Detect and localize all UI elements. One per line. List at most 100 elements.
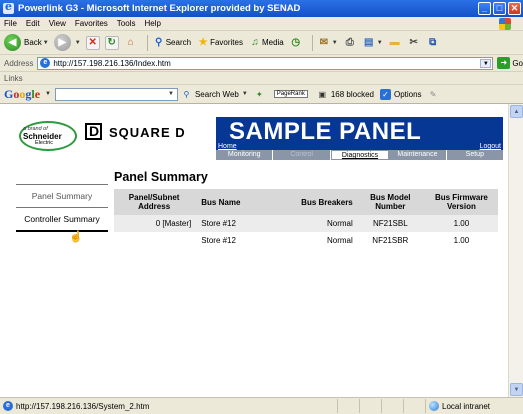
links-bar: Links (0, 72, 523, 85)
favorites-label: Favorites (210, 38, 243, 47)
menu-edit[interactable]: Edit (26, 19, 40, 28)
folder-button[interactable]: ▬ (388, 36, 402, 50)
chevron-down-icon[interactable]: ▼ (332, 40, 338, 46)
table-row: Store #12 Normal NF21SBR 1.00 (114, 232, 498, 249)
search-web-label: Search Web (194, 89, 239, 99)
google-search-input[interactable]: ▼ (54, 87, 178, 101)
nav-maintenance[interactable]: Maintenance (389, 150, 447, 160)
binoculars-icon: ⚲ (183, 89, 190, 99)
status-cell (381, 399, 403, 413)
nav-setup[interactable]: Setup (447, 150, 503, 160)
google-logo[interactable]: Google (4, 87, 40, 102)
discuss-button[interactable]: ⧉ (426, 36, 440, 50)
menu-favorites[interactable]: Favorites (75, 19, 108, 28)
intranet-globe-icon (429, 401, 439, 411)
forward-button[interactable]: ▶ ▼ (53, 34, 81, 51)
go-button[interactable]: ➜ Go (497, 57, 523, 69)
vertical-scrollbar[interactable]: ▲ ▼ (508, 104, 523, 397)
nav-monitoring[interactable]: Monitoring (216, 150, 274, 160)
media-button[interactable]: ♫ Media (248, 36, 284, 50)
mail-icon: ✉ (319, 37, 328, 48)
status-bar: e http://157.198.216.136/System_2.htm Lo… (0, 397, 523, 414)
address-label: Address (4, 58, 34, 68)
close-button[interactable]: ✕ (508, 2, 521, 15)
back-label: Back (24, 38, 42, 47)
edit-button[interactable]: ▤ ▼ (362, 36, 383, 50)
scroll-up-arrow-icon[interactable]: ▲ (510, 105, 523, 118)
standard-toolbar: ◀ Back ▼ ▶ ▼ ✕ ↻ ⌂ ⚲ Search ★ Favorites … (0, 31, 523, 55)
google-news-button[interactable]: ✦ (254, 89, 268, 100)
table-row: 0 [Master] Store #12 Normal NF21SBL 1.00 (114, 215, 498, 232)
square-d-text: SQUARE D (109, 125, 186, 140)
menu-tools[interactable]: Tools (117, 19, 136, 28)
cell-bus-name: Store #12 (195, 215, 275, 232)
window-title: Powerlink G3 - Microsoft Internet Explor… (18, 3, 301, 14)
leftnav-panel-summary[interactable]: Panel Summary (16, 184, 108, 208)
search-icon: ⚲ (155, 37, 163, 48)
square-d-logo-icon (85, 123, 102, 140)
print-icon: ⎙ (345, 37, 354, 48)
media-icon: ♫ (251, 37, 259, 48)
title-bar: Powerlink G3 - Microsoft Internet Explor… (0, 0, 523, 17)
history-icon: ◷ (291, 37, 301, 48)
address-bar: Address e http://157.198.216.136/Index.h… (0, 55, 523, 72)
messenger-button[interactable]: ✂ (407, 36, 421, 50)
header-bus-name: Bus Name (195, 189, 275, 215)
pagerank-indicator[interactable]: PageRank (273, 90, 311, 98)
logout-link[interactable]: Logout (480, 143, 501, 150)
zone-label: Local intranet (442, 401, 491, 411)
leftnav-controller-summary[interactable]: Controller Summary (16, 208, 108, 232)
options-label: Options (393, 89, 422, 99)
options-button[interactable]: ✓ Options (379, 88, 422, 100)
address-url: http://157.198.216.136/Index.htm (53, 58, 171, 68)
home-icon: ⌂ (127, 37, 134, 48)
highlight-button[interactable]: ✎ (428, 89, 442, 100)
search-label: Search (165, 38, 192, 47)
chevron-down-icon[interactable]: ▼ (43, 40, 49, 46)
chevron-down-icon[interactable]: ▼ (377, 40, 383, 46)
nav-diagnostics[interactable]: Diagnostics (330, 150, 390, 160)
chevron-down-icon[interactable]: ▼ (480, 58, 492, 68)
favorites-star-icon: ★ (198, 37, 208, 48)
refresh-button[interactable]: ↻ (104, 35, 119, 50)
address-input[interactable]: e http://157.198.216.136/Index.htm ▼ (37, 56, 494, 70)
discuss-icon: ⧉ (429, 37, 437, 48)
home-link[interactable]: Home (218, 143, 237, 150)
cell-address: 0 [Master] (114, 215, 196, 232)
scroll-down-arrow-icon[interactable]: ▼ (510, 383, 523, 396)
maximize-button[interactable]: □ (493, 2, 506, 15)
mail-button[interactable]: ✉ ▼ (317, 36, 338, 50)
chevron-down-icon[interactable]: ▼ (242, 91, 248, 97)
schneider-name: Schneider (23, 132, 62, 141)
brand-header: a brand of Schneider Electric SQUARE D (16, 117, 216, 154)
chevron-down-icon[interactable]: ▼ (45, 91, 51, 97)
header-panel-subnet-address: Panel/Subnet Address (114, 189, 196, 215)
favorites-button[interactable]: ★ Favorites (196, 36, 243, 50)
menu-bar: File Edit View Favorites Tools Help (0, 17, 523, 31)
search-button[interactable]: ⚲ Search (152, 36, 191, 50)
menu-file[interactable]: File (4, 19, 17, 28)
main-nav: Monitoring Control Diagnostics Maintenan… (216, 150, 503, 160)
minimize-button[interactable]: _ (478, 2, 491, 15)
go-arrow-icon: ➜ (497, 57, 511, 69)
status-cell (403, 399, 425, 413)
search-web-button[interactable]: ⚲ Search Web ▼ (181, 89, 248, 100)
cell-bus-breakers: Normal (274, 215, 356, 232)
chevron-down-icon[interactable]: ▼ (75, 40, 81, 46)
links-label[interactable]: Links (4, 74, 23, 83)
history-button[interactable]: ◷ (289, 36, 303, 50)
google-toolbar: Google ▼ ▼ ⚲ Search Web ▼ ✦ PageRank ▣ 1… (0, 85, 523, 104)
menu-view[interactable]: View (49, 19, 66, 28)
home-button[interactable]: ⌂ (124, 36, 138, 50)
page-icon: e (3, 401, 13, 411)
stop-button[interactable]: ✕ (85, 35, 100, 50)
panel-summary-table: Panel/Subnet Address Bus Name Bus Breake… (114, 189, 498, 249)
back-button[interactable]: ◀ Back ▼ (4, 34, 49, 51)
popup-blocker-button[interactable]: ▣ 168 blocked (317, 89, 374, 100)
print-button[interactable]: ⎙ (343, 36, 357, 50)
page-title: Panel Summary (114, 170, 208, 184)
menu-help[interactable]: Help (144, 19, 160, 28)
web-content: a brand of Schneider Electric SQUARE D S… (0, 104, 523, 397)
stop-icon: ✕ (85, 35, 100, 50)
chevron-down-icon[interactable]: ▼ (166, 90, 176, 99)
